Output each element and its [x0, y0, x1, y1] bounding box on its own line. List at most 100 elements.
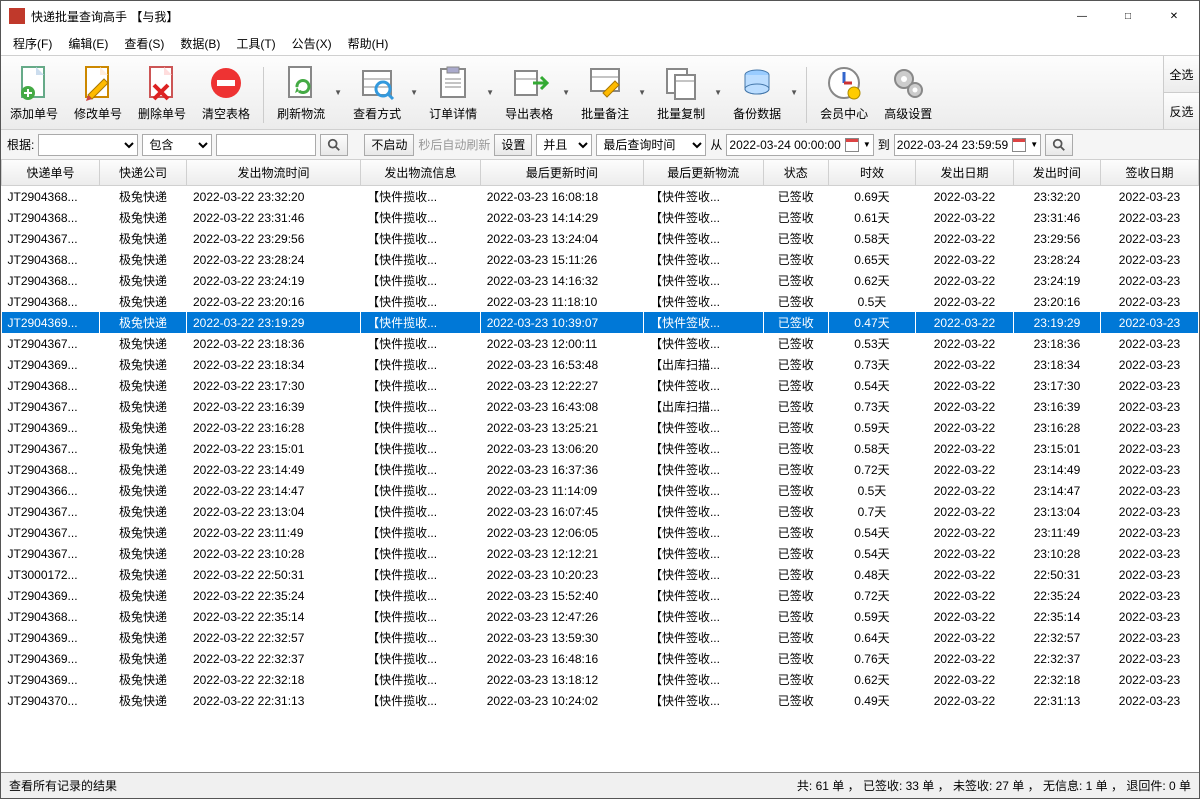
- cell: 已签收: [763, 501, 828, 522]
- column-header[interactable]: 签收日期: [1100, 160, 1198, 186]
- toolbar-del-button[interactable]: 删除单号: [131, 60, 193, 125]
- table-row[interactable]: JT3000172...极兔快递2022-03-22 22:50:31【快件揽收…: [2, 564, 1199, 585]
- table-row[interactable]: JT2904369...极兔快递2022-03-22 23:18:34【快件揽收…: [2, 354, 1199, 375]
- search-button-2[interactable]: [1045, 134, 1073, 156]
- cell: 【快件揽收...: [361, 186, 481, 208]
- table-row[interactable]: JT2904368...极兔快递2022-03-22 23:31:46【快件揽收…: [2, 207, 1199, 228]
- table-row[interactable]: JT2904367...极兔快递2022-03-22 23:15:01【快件揽收…: [2, 438, 1199, 459]
- table-row[interactable]: JT2904367...极兔快递2022-03-22 23:11:49【快件揽收…: [2, 522, 1199, 543]
- menu-item[interactable]: 数据(B): [172, 33, 228, 54]
- cell: 【快件签收...: [643, 249, 763, 270]
- chevron-down-icon[interactable]: ▼: [638, 88, 648, 97]
- close-button[interactable]: ✕: [1151, 1, 1197, 31]
- toolbar-add-button[interactable]: 添加单号: [3, 60, 65, 125]
- table-row[interactable]: JT2904369...极兔快递2022-03-22 22:32:37【快件揽收…: [2, 648, 1199, 669]
- chevron-down-icon[interactable]: ▼: [562, 88, 572, 97]
- table-row[interactable]: JT2904367...极兔快递2022-03-22 23:16:39【快件揽收…: [2, 396, 1199, 417]
- cell: 【快件揽收...: [361, 606, 481, 627]
- invert-select-button[interactable]: 反选: [1164, 93, 1199, 129]
- chevron-down-icon[interactable]: ▼: [410, 88, 420, 97]
- table-row[interactable]: JT2904366...极兔快递2022-03-22 23:14:47【快件揽收…: [2, 480, 1199, 501]
- column-header[interactable]: 快递单号: [2, 160, 100, 186]
- menu-item[interactable]: 帮助(H): [340, 33, 397, 54]
- toolbar-copy-button[interactable]: 批量复制: [650, 60, 712, 125]
- column-header[interactable]: 最后更新物流: [643, 160, 763, 186]
- filter-time-field-select[interactable]: 最后查询时间: [596, 134, 706, 156]
- menu-item[interactable]: 编辑(E): [60, 33, 116, 54]
- cell: JT2904368...: [2, 186, 100, 208]
- table-row[interactable]: JT2904368...极兔快递2022-03-22 23:28:24【快件揽收…: [2, 249, 1199, 270]
- table-row[interactable]: JT2904367...极兔快递2022-03-22 23:13:04【快件揽收…: [2, 501, 1199, 522]
- cell: 2022-03-22 23:32:20: [186, 186, 360, 208]
- date-from-input[interactable]: 2022-03-24 00:00:00 ▼: [726, 134, 873, 156]
- minimize-button[interactable]: ―: [1059, 1, 1105, 31]
- settings-button[interactable]: 设置: [494, 134, 532, 156]
- toolbar-adv-button[interactable]: 高级设置: [877, 60, 939, 125]
- column-header[interactable]: 发出时间: [1013, 160, 1100, 186]
- toolbar-view-button[interactable]: 查看方式: [346, 60, 408, 125]
- chevron-down-icon[interactable]: ▼: [486, 88, 496, 97]
- filter-op-select[interactable]: 包含: [142, 134, 212, 156]
- table-row[interactable]: JT2904368...极兔快递2022-03-22 23:14:49【快件揽收…: [2, 459, 1199, 480]
- menu-item[interactable]: 工具(T): [228, 33, 283, 54]
- table-row[interactable]: JT2904368...极兔快递2022-03-22 23:20:16【快件揽收…: [2, 291, 1199, 312]
- cell: 已签收: [763, 207, 828, 228]
- menu-item[interactable]: 查看(S): [116, 33, 172, 54]
- cell: 已签收: [763, 228, 828, 249]
- cell: JT2904368...: [2, 459, 100, 480]
- no-start-button[interactable]: 不启动: [364, 134, 414, 156]
- table-row[interactable]: JT2904369...极兔快递2022-03-22 22:35:24【快件揽收…: [2, 585, 1199, 606]
- toolbar-clear-button[interactable]: 清空表格: [195, 60, 257, 125]
- table-row[interactable]: JT2904368...极兔快递2022-03-22 22:35:14【快件揽收…: [2, 606, 1199, 627]
- column-header[interactable]: 发出物流信息: [361, 160, 481, 186]
- toolbar-detail-button[interactable]: 订单详情: [422, 60, 484, 125]
- filter-field-select[interactable]: [38, 134, 138, 156]
- cell: 极兔快递: [99, 396, 186, 417]
- toolbar-label: 添加单号: [10, 105, 58, 122]
- cell: 【快件揽收...: [361, 333, 481, 354]
- chevron-down-icon[interactable]: ▼: [790, 88, 800, 97]
- column-header[interactable]: 发出日期: [915, 160, 1013, 186]
- data-grid[interactable]: 快递单号快递公司发出物流时间发出物流信息最后更新时间最后更新物流状态时效发出日期…: [1, 160, 1199, 772]
- cell: 【出库扫描...: [643, 354, 763, 375]
- toolbar-vip-button[interactable]: 会员中心: [813, 60, 875, 125]
- toolbar-refresh-button[interactable]: 刷新物流: [270, 60, 332, 125]
- column-header[interactable]: 发出物流时间: [186, 160, 360, 186]
- table-row[interactable]: JT2904369...极兔快递2022-03-22 22:32:18【快件揽收…: [2, 669, 1199, 690]
- table-row[interactable]: JT2904368...极兔快递2022-03-22 23:32:20【快件揽收…: [2, 186, 1199, 208]
- table-row[interactable]: JT2904370...极兔快递2022-03-22 22:31:13【快件揽收…: [2, 690, 1199, 711]
- toolbar-backup-button[interactable]: 备份数据: [726, 60, 788, 125]
- cell: 【出库扫描...: [643, 396, 763, 417]
- cell: 已签收: [763, 396, 828, 417]
- app-window: 快递批量查询高手 【与我】 ― □ ✕ 程序(F)编辑(E)查看(S)数据(B)…: [0, 0, 1200, 799]
- toolbar-remark-button[interactable]: 批量备注: [574, 60, 636, 125]
- cell: 【快件签收...: [643, 627, 763, 648]
- column-header[interactable]: 时效: [828, 160, 915, 186]
- table-row[interactable]: JT2904367...极兔快递2022-03-22 23:29:56【快件揽收…: [2, 228, 1199, 249]
- table-row[interactable]: JT2904369...极兔快递2022-03-22 23:19:29【快件揽收…: [2, 312, 1199, 333]
- toolbar-export-button[interactable]: 导出表格: [498, 60, 560, 125]
- filter-logic-select[interactable]: 并且: [536, 134, 592, 156]
- chevron-down-icon[interactable]: ▼: [334, 88, 344, 97]
- column-header[interactable]: 快递公司: [99, 160, 186, 186]
- table-row[interactable]: JT2904367...极兔快递2022-03-22 23:10:28【快件揽收…: [2, 543, 1199, 564]
- table-row[interactable]: JT2904368...极兔快递2022-03-22 23:24:19【快件揽收…: [2, 270, 1199, 291]
- toolbar-edit-button[interactable]: 修改单号: [67, 60, 129, 125]
- chevron-down-icon[interactable]: ▼: [714, 88, 724, 97]
- table-row[interactable]: JT2904367...极兔快递2022-03-22 23:18:36【快件揽收…: [2, 333, 1199, 354]
- select-all-button[interactable]: 全选: [1164, 56, 1199, 93]
- table-row[interactable]: JT2904368...极兔快递2022-03-22 23:17:30【快件揽收…: [2, 375, 1199, 396]
- column-header[interactable]: 最后更新时间: [480, 160, 643, 186]
- filter-value-input[interactable]: [216, 134, 316, 156]
- cell: 【快件签收...: [643, 186, 763, 208]
- table-row[interactable]: JT2904369...极兔快递2022-03-22 23:16:28【快件揽收…: [2, 417, 1199, 438]
- vip-icon: [824, 63, 864, 103]
- date-to-input[interactable]: 2022-03-24 23:59:59 ▼: [894, 134, 1041, 156]
- search-button-1[interactable]: [320, 134, 348, 156]
- maximize-button[interactable]: □: [1105, 1, 1151, 31]
- menu-item[interactable]: 公告(X): [284, 33, 340, 54]
- column-header[interactable]: 状态: [763, 160, 828, 186]
- menu-item[interactable]: 程序(F): [5, 33, 60, 54]
- cell: JT2904368...: [2, 375, 100, 396]
- table-row[interactable]: JT2904369...极兔快递2022-03-22 22:32:57【快件揽收…: [2, 627, 1199, 648]
